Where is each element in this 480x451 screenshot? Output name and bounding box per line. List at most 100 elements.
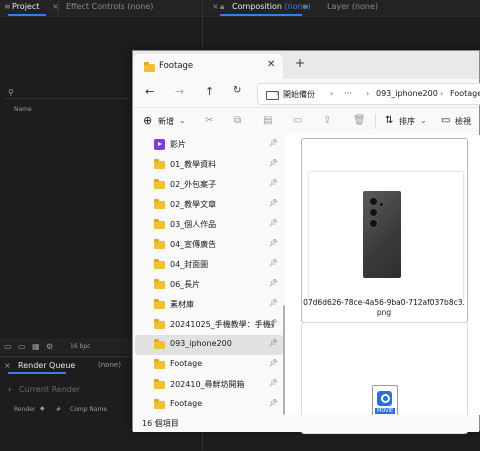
sidebar-item-label: 影片: [170, 140, 186, 149]
command-bar: ⊕ 新增 ⌄ ✂ ⧉ ▤ ▭ ⇪ 🗑︎ ⇅ 排序 ⌄ ▭ 檢視: [133, 107, 479, 136]
lock-icon[interactable]: 🔒︎: [220, 2, 224, 12]
more-breadcrumbs-button[interactable]: ···: [344, 89, 352, 98]
view-button[interactable]: 檢視: [455, 116, 471, 127]
title-bar: Footage ✕ +: [133, 51, 479, 79]
close-icon[interactable]: ×: [4, 361, 11, 370]
settings-icon[interactable]: ⚙: [46, 342, 53, 351]
navigation-pane: 影片 📌︎ 01_教學資料 📌︎ 02_外包案子 📌︎ 02_教學文章 📌︎ 0…: [133, 135, 285, 415]
sidebar-item-folder[interactable]: 202410_尋鮮坊開箱 📌︎: [135, 375, 283, 395]
sidebar-item-folder-selected[interactable]: 093_iphone200 📌︎: [135, 335, 283, 355]
camera-lens-icon: [369, 208, 378, 217]
folder-icon: [154, 339, 165, 349]
sort-button[interactable]: 排序: [399, 116, 415, 127]
up-button[interactable]: ↑: [205, 85, 214, 98]
sidebar-item-label: 06_長片: [170, 280, 201, 289]
new-tab-button[interactable]: +: [295, 56, 305, 70]
forward-button[interactable]: →: [175, 85, 184, 98]
pin-icon: 📌︎: [269, 219, 278, 227]
project-search-input[interactable]: ⚲: [4, 88, 129, 99]
file-name: 07d6d626-78ce-4a56-9ba0-712af037b8c3.png: [303, 298, 465, 317]
pin-icon: 📌︎: [269, 179, 278, 187]
sidebar-item-label: 03_個人作品: [170, 220, 217, 229]
sidebar-item-label: Footage: [170, 359, 203, 368]
sort-icon[interactable]: ⇅: [385, 115, 393, 126]
paste-icon[interactable]: ▤: [263, 115, 272, 126]
new-button[interactable]: 新增: [158, 116, 174, 127]
tab-composition-label: Composition: [232, 2, 282, 11]
tab-composition-close[interactable]: ×: [212, 2, 219, 11]
breadcrumb-backup[interactable]: 開始備份: [283, 89, 315, 100]
tab-effect-controls[interactable]: Effect Controls (none): [66, 2, 153, 11]
tab-render-queue[interactable]: Render Queue: [18, 361, 75, 370]
folder-icon: [154, 359, 165, 369]
refresh-button[interactable]: ↻: [233, 85, 241, 96]
folder-icon: [144, 62, 155, 72]
sidebar-item-label: 04_宣傳廣告: [170, 240, 217, 249]
sidebar-item-folder[interactable]: 04_宣傳廣告 📌︎: [135, 235, 283, 255]
sidebar-item-folder[interactable]: 04_封面圖 📌︎: [135, 255, 283, 275]
chevron-down-icon[interactable]: ⌄: [179, 116, 186, 125]
sidebar-item-folder[interactable]: 素材庫 📌︎: [135, 295, 283, 315]
render-column-header[interactable]: Render: [14, 406, 35, 413]
menu-icon[interactable]: ≡: [302, 2, 309, 11]
pin-icon: 📌︎: [269, 359, 278, 367]
rename-icon[interactable]: ▭: [293, 115, 302, 126]
status-bar: 16 個項目: [133, 415, 479, 432]
sidebar-item-folder[interactable]: 03_個人作品 📌︎: [135, 215, 283, 235]
close-icon[interactable]: ✕: [267, 59, 275, 70]
pin-icon: 📌︎: [269, 239, 278, 247]
sidebar-item-folder[interactable]: Footage 📌︎: [135, 355, 283, 375]
sidebar-item-folder[interactable]: 02_教學文章 📌︎: [135, 195, 283, 215]
active-tab-indicator: [8, 14, 46, 16]
interpret-footage-icon[interactable]: ▭: [4, 342, 12, 351]
tab-layer[interactable]: Layer (none): [327, 2, 378, 11]
tab-project[interactable]: Project: [12, 2, 39, 11]
sidebar-item-folder[interactable]: 01_教學資料 📌︎: [135, 155, 283, 175]
menu-icon[interactable]: ≡: [4, 2, 11, 11]
folder-icon: [154, 219, 165, 229]
view-icon[interactable]: ▭: [441, 115, 450, 126]
breadcrumb-footage[interactable]: Footage: [450, 89, 480, 98]
sidebar-item-folder[interactable]: Footage 📌︎: [135, 395, 283, 415]
share-icon[interactable]: ⇪: [323, 115, 331, 126]
phone-image: [363, 191, 401, 278]
tag-icon[interactable]: ◆: [40, 405, 45, 412]
folder-icon: [154, 179, 165, 189]
pin-icon: 📌︎: [269, 159, 278, 167]
cut-icon[interactable]: ✂: [205, 115, 213, 126]
sidebar-item-folder[interactable]: 06_長片 📌︎: [135, 275, 283, 295]
delete-icon[interactable]: 🗑︎: [353, 115, 366, 126]
sidebar-item-label: Footage: [170, 399, 203, 408]
new-comp-icon[interactable]: ▦: [32, 342, 40, 351]
sidebar-item-folder[interactable]: 02_外包案子 📌︎: [135, 175, 283, 195]
active-tab-indicator: [8, 372, 66, 374]
chevron-down-icon[interactable]: ⌄: [420, 116, 427, 125]
sidebar-item-label: 02_教學文章: [170, 200, 217, 209]
comp-name-column-header[interactable]: Comp Name: [70, 406, 107, 413]
name-column-header[interactable]: Name: [14, 106, 32, 113]
search-icon: ⚲: [8, 88, 14, 97]
sidebar-item-folder[interactable]: 20241025_手機教學：手機畫圖 📌︎: [135, 315, 283, 335]
new-icon[interactable]: ⊕: [143, 114, 152, 127]
number-column-header[interactable]: #: [56, 406, 61, 413]
address-bar[interactable]: › 開始備份 › ··· › 093_iphone200 › Footage: [257, 83, 480, 105]
toolbar-divider: [375, 114, 376, 129]
breadcrumb-iphone200[interactable]: 093_iphone200: [376, 89, 438, 98]
tab-composition[interactable]: Composition (none): [232, 2, 311, 11]
folder-icon: [154, 199, 165, 209]
camera-lens-icon: [369, 219, 378, 228]
tab-title: Footage: [159, 61, 194, 71]
expand-icon[interactable]: ›: [8, 385, 11, 394]
back-button[interactable]: ←: [145, 85, 154, 98]
pin-icon: 📌︎: [269, 279, 278, 287]
pin-icon: 📌︎: [269, 319, 278, 327]
pin-icon: 📌︎: [269, 139, 278, 147]
new-folder-icon[interactable]: ▭: [18, 342, 26, 351]
tab-footage[interactable]: Footage ✕: [133, 54, 283, 79]
copy-icon[interactable]: ⧉: [234, 115, 241, 126]
chevron-right-icon: ›: [366, 89, 370, 98]
render-queue-panel: × Render Queue (none) › Current Render R…: [0, 356, 135, 451]
sidebar-item-videos[interactable]: 影片 📌︎: [135, 135, 283, 155]
movie-badge: MOVIE: [375, 408, 396, 414]
bit-depth-button[interactable]: 16 bpc: [70, 343, 90, 350]
